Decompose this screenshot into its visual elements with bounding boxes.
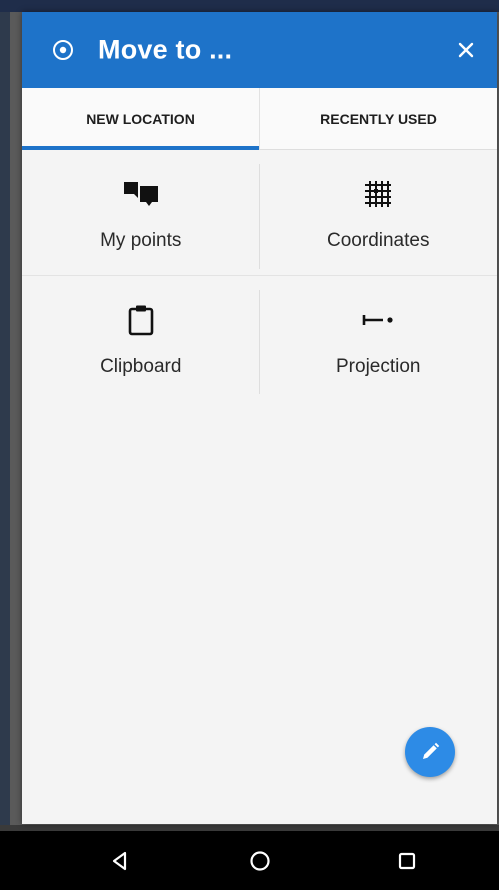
background-map-edge	[0, 12, 10, 830]
nav-home-button[interactable]	[242, 843, 278, 879]
tab-recently-used[interactable]: RECENTLY USED	[259, 88, 497, 149]
grid-icon	[364, 176, 392, 212]
dialog-title: Move to ...	[98, 34, 233, 65]
system-nav-bar	[0, 831, 499, 890]
tab-bar: NEW LOCATION RECENTLY USED	[22, 88, 497, 150]
options-row: My points Coordinates	[22, 150, 497, 275]
tab-label: NEW LOCATION	[86, 110, 195, 127]
status-bar	[0, 0, 499, 12]
close-icon	[458, 42, 474, 58]
option-coordinates[interactable]: Coordinates	[260, 150, 498, 275]
points-icon	[121, 176, 161, 212]
option-label: Coordinates	[327, 230, 430, 251]
option-label: My points	[100, 230, 182, 251]
move-to-dialog: Move to ... NEW LOCATION RECENTLY USED M…	[22, 12, 497, 824]
home-icon	[250, 850, 270, 871]
nav-recents-button[interactable]	[389, 843, 425, 879]
projection-icon	[361, 302, 395, 338]
nav-back-button[interactable]	[102, 843, 138, 879]
tab-new-location[interactable]: NEW LOCATION	[22, 88, 259, 150]
option-label: Projection	[336, 356, 421, 377]
pencil-icon	[423, 742, 440, 759]
screen: Move to ... NEW LOCATION RECENTLY USED M…	[0, 0, 499, 890]
option-projection[interactable]: Projection	[260, 276, 498, 400]
back-icon	[112, 851, 127, 870]
options-row: Clipboard Projection	[22, 275, 497, 400]
target-icon	[52, 39, 74, 61]
dialog-titlebar: Move to ...	[22, 12, 497, 88]
option-my-points[interactable]: My points	[22, 150, 260, 275]
options-grid: My points Coordinates Clipboard Projecti…	[22, 150, 497, 400]
close-button[interactable]	[453, 37, 479, 63]
option-label: Clipboard	[100, 356, 182, 377]
recents-icon	[398, 852, 416, 869]
clipboard-icon	[128, 302, 154, 338]
option-clipboard[interactable]: Clipboard	[22, 276, 260, 400]
edit-fab-button[interactable]	[405, 727, 455, 777]
tab-label: RECENTLY USED	[320, 110, 437, 127]
